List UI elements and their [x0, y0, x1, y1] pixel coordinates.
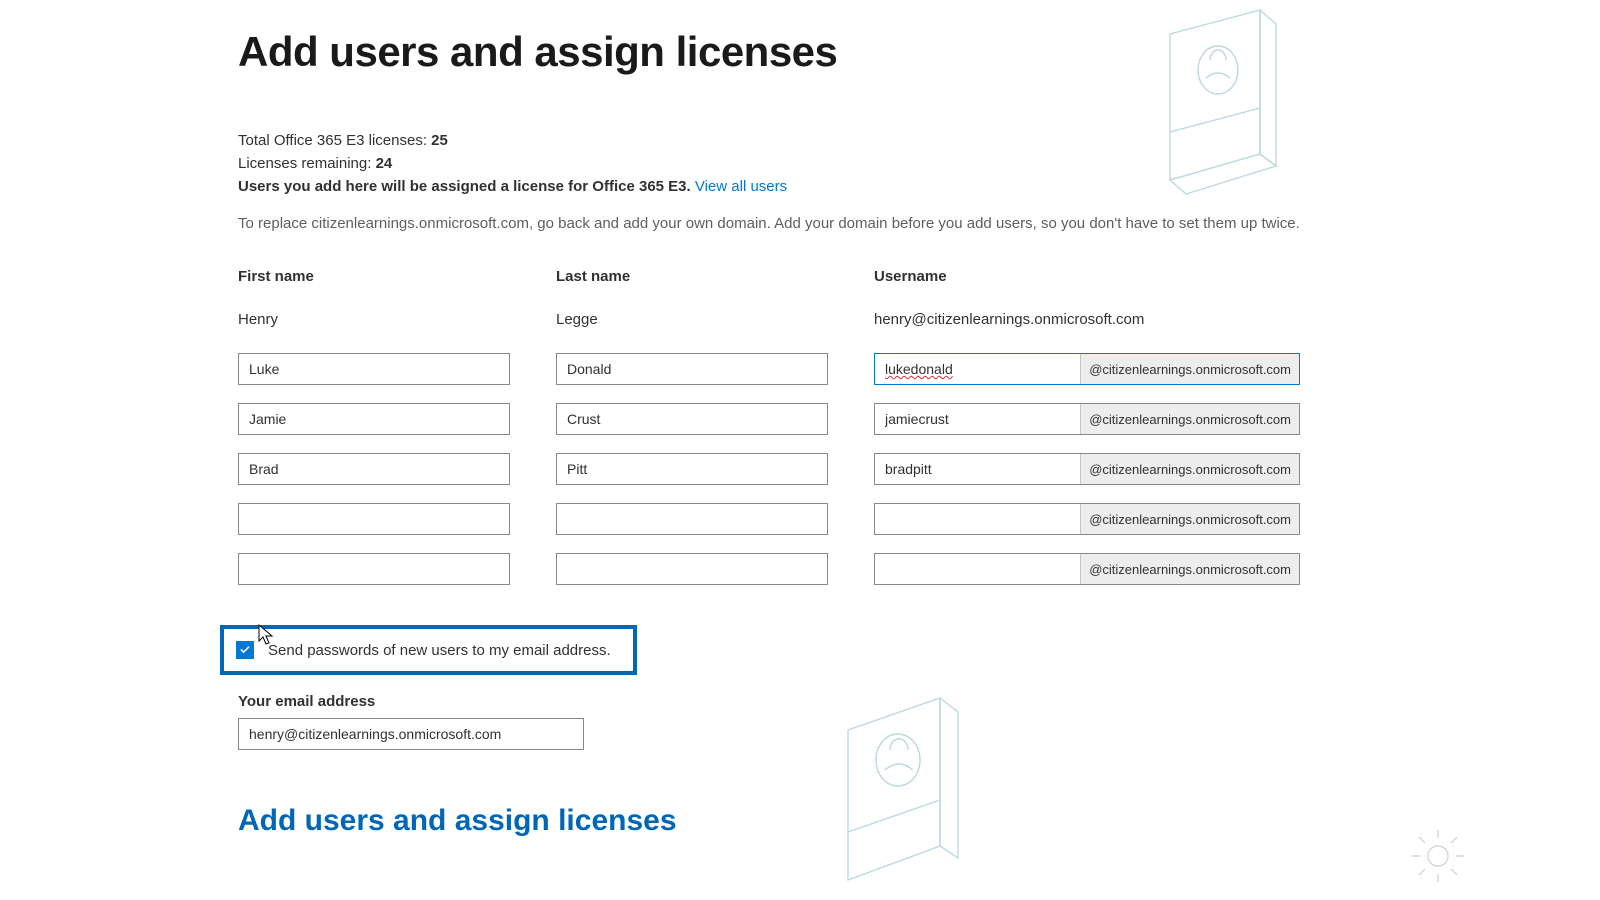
col-username: Username	[874, 268, 1300, 285]
license-info: Total Office 365 E3 licenses: 25 License…	[238, 132, 1540, 195]
username-input[interactable]: lukedonald	[875, 354, 1080, 384]
username-input[interactable]	[875, 454, 1080, 484]
username-field[interactable]: @citizenlearnings.onmicrosoft.com	[874, 503, 1300, 535]
domain-suffix: @citizenlearnings.onmicrosoft.com	[1080, 504, 1299, 534]
user-rows: lukedonald@citizenlearnings.onmicrosoft.…	[238, 353, 1540, 603]
domain-suffix: @citizenlearnings.onmicrosoft.com	[1080, 404, 1299, 434]
total-licenses-label: Total Office 365 E3 licenses:	[238, 132, 431, 149]
total-licenses-value: 25	[431, 132, 448, 149]
domain-suffix: @citizenlearnings.onmicrosoft.com	[1080, 354, 1299, 384]
username-field[interactable]: @citizenlearnings.onmicrosoft.com	[874, 403, 1300, 435]
username-input[interactable]	[875, 554, 1080, 584]
username-field[interactable]: @citizenlearnings.onmicrosoft.com	[874, 453, 1300, 485]
first-name-input[interactable]	[238, 353, 510, 385]
view-all-users-link[interactable]: View all users	[695, 178, 787, 195]
first-name-input[interactable]	[238, 503, 510, 535]
remaining-licenses-label: Licenses remaining:	[238, 155, 376, 172]
last-name-input[interactable]	[556, 503, 828, 535]
domain-replace-note: To replace citizenlearnings.onmicrosoft.…	[238, 215, 1540, 232]
send-passwords-checkbox[interactable]	[236, 641, 254, 659]
user-card-illustration-bottom	[824, 690, 994, 890]
send-passwords-label: Send passwords of new users to my email …	[268, 642, 611, 659]
assign-note: Users you add here will be assigned a li…	[238, 178, 695, 195]
last-name-input[interactable]	[556, 453, 828, 485]
page-title: Add users and assign licenses	[238, 28, 1540, 76]
username-input[interactable]	[875, 504, 1080, 534]
last-name-input[interactable]	[556, 353, 828, 385]
user-card-illustration-top	[1140, 4, 1300, 204]
username-field[interactable]: @citizenlearnings.onmicrosoft.com	[874, 553, 1300, 585]
last-name-input[interactable]	[556, 553, 828, 585]
first-name-input[interactable]	[238, 553, 510, 585]
col-last-name: Last name	[556, 268, 828, 285]
first-name-input[interactable]	[238, 453, 510, 485]
username-input[interactable]	[875, 404, 1080, 434]
send-passwords-highlight: Send passwords of new users to my email …	[220, 625, 637, 675]
your-email-input[interactable]	[238, 718, 584, 750]
domain-suffix: @citizenlearnings.onmicrosoft.com	[1080, 554, 1299, 584]
users-grid: First name Last name Username Henry Legg…	[238, 268, 1540, 353]
existing-username: henry@citizenlearnings.onmicrosoft.com	[874, 311, 1300, 331]
gear-icon	[1406, 824, 1470, 888]
domain-suffix: @citizenlearnings.onmicrosoft.com	[1080, 454, 1299, 484]
last-name-input[interactable]	[556, 403, 828, 435]
existing-last-name: Legge	[556, 311, 828, 331]
first-name-input[interactable]	[238, 403, 510, 435]
existing-first-name: Henry	[238, 311, 510, 331]
remaining-licenses-value: 24	[376, 155, 393, 172]
col-first-name: First name	[238, 268, 510, 285]
check-icon	[239, 644, 251, 656]
username-field[interactable]: lukedonald@citizenlearnings.onmicrosoft.…	[874, 353, 1300, 385]
